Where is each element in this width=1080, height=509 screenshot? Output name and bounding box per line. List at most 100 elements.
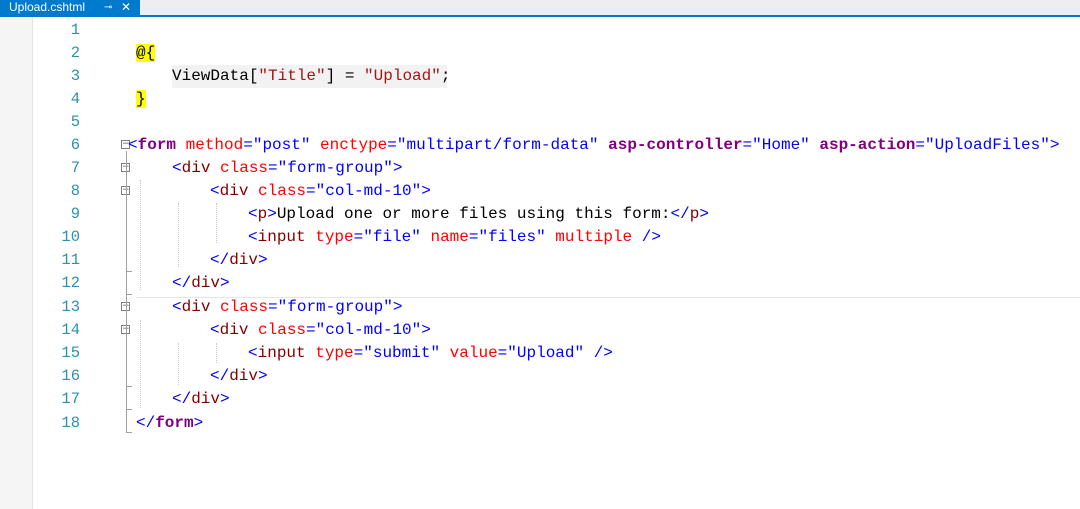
tag-bracket: <	[248, 344, 258, 362]
fold-end	[126, 271, 132, 272]
tag-name: p	[689, 205, 700, 223]
tag-bracket: >	[220, 274, 230, 292]
attr-name: class	[210, 159, 269, 177]
code-text: ViewData[	[172, 67, 259, 85]
code-string: "Title"	[258, 67, 326, 85]
code-line-13: <div class="form-group">	[172, 296, 402, 319]
attr-name: asp-action	[809, 136, 916, 154]
attr-value: "UploadFiles"	[925, 136, 1050, 154]
line-number: 4	[70, 90, 80, 108]
attr-value: "Upload"	[507, 344, 585, 362]
tag-bracket: </	[136, 414, 156, 432]
line-number: 1	[70, 21, 80, 39]
code-string: "Upload"	[364, 67, 441, 85]
attr-eq: =	[742, 136, 753, 154]
attr-name: class	[210, 298, 269, 316]
code-line-4: }	[136, 88, 146, 111]
indent-guide	[216, 203, 217, 243]
code-line-15: <input type="submit" value="Upload" />	[248, 342, 613, 365]
tag-bracket: <	[210, 321, 220, 339]
attr-value: "post"	[252, 136, 311, 154]
attr-name: type	[305, 228, 354, 246]
tag-bracket: >	[193, 414, 204, 432]
document-tab-strip: Upload.cshtml ⊸ ✕	[0, 0, 1080, 17]
line-number: 15	[61, 344, 80, 362]
code-line-10: <input type="file" name="files" multiple…	[248, 226, 661, 249]
attr-eq: =	[268, 159, 278, 177]
attr-eq: =	[306, 321, 316, 339]
tab-title: Upload.cshtml	[9, 0, 86, 14]
attr-name: name	[420, 228, 469, 246]
attr-eq: =	[497, 344, 508, 362]
tab-upload-cshtml[interactable]: Upload.cshtml ⊸ ✕	[0, 0, 140, 15]
tag-bracket: <	[172, 298, 182, 316]
attr-name: method	[176, 136, 244, 154]
close-icon[interactable]: ✕	[121, 0, 131, 15]
attr-name: multiple	[545, 228, 633, 246]
tag-name: form	[155, 414, 194, 432]
code-line-8: <div class="col-md-10">	[210, 180, 431, 203]
tag-bracket: >	[392, 298, 403, 316]
tag-name: form	[137, 136, 177, 154]
attr-eq: =	[268, 298, 278, 316]
attr-value: "Home"	[752, 136, 810, 154]
attr-name: value	[440, 344, 498, 362]
line-number: 17	[61, 390, 80, 408]
tag-bracket: </	[210, 251, 230, 269]
attr-value: "files"	[478, 228, 546, 246]
tag-bracket: >	[220, 390, 230, 408]
attr-name: asp-controller	[598, 136, 743, 154]
code-line-14: <div class="col-md-10">	[210, 319, 431, 342]
fold-end	[126, 432, 132, 433]
tag-bracket: >	[258, 251, 268, 269]
razor-close: }	[136, 90, 146, 108]
fold-end	[126, 386, 132, 387]
tag-bracket: />	[584, 344, 613, 362]
tag-name: div	[219, 182, 249, 200]
tag-name: div	[219, 321, 249, 339]
line-number: 13	[61, 298, 80, 316]
tag-name: p	[257, 205, 268, 223]
line-number: 12	[61, 274, 80, 292]
indent-guide	[178, 343, 179, 385]
tag-bracket: >	[421, 321, 431, 339]
line-number: 14	[61, 321, 80, 339]
editor-margin	[0, 17, 33, 509]
tag-bracket: </	[670, 205, 690, 223]
line-number: 11	[61, 251, 80, 269]
line-number: 2	[70, 44, 80, 62]
fold-end	[126, 294, 132, 295]
code-line-3: ViewData["Title"] = "Upload";	[172, 65, 450, 88]
attr-name: type	[305, 344, 354, 362]
code-line-17: </div>	[172, 388, 230, 411]
code-line-11: </div>	[210, 249, 268, 272]
code-line-9: <p>Upload one or more files using this f…	[248, 203, 709, 226]
tag-bracket: >	[267, 205, 277, 223]
tag-bracket: >	[258, 367, 268, 385]
line-number: 6	[70, 136, 80, 154]
indent-guide	[140, 320, 141, 408]
code-line-6: <form method="post" enctype="multipart/f…	[128, 134, 1059, 157]
attr-value: "multipart/form-data"	[396, 136, 599, 154]
pin-icon[interactable]: ⊸	[104, 0, 112, 15]
code-line-18: </form>	[136, 412, 203, 435]
tag-name: div	[181, 159, 211, 177]
indent-guide	[216, 343, 217, 363]
line-number: 16	[61, 367, 80, 385]
code-text: ;	[440, 67, 451, 85]
attr-value: "col-md-10"	[315, 321, 422, 339]
attr-eq: =	[243, 136, 253, 154]
tag-bracket: <	[248, 205, 258, 223]
tag-bracket: >	[421, 182, 431, 200]
line-number: 8	[70, 182, 80, 200]
attr-name: class	[248, 182, 307, 200]
tag-name: div	[181, 298, 211, 316]
razor-open: @{	[136, 44, 156, 62]
attr-eq: =	[387, 136, 397, 154]
line-number: 18	[61, 414, 80, 432]
line-number: 5	[70, 113, 80, 131]
line-number: 7	[70, 159, 80, 177]
tag-bracket: >	[699, 205, 709, 223]
tag-name: input	[257, 344, 306, 362]
tag-bracket: <	[248, 228, 258, 246]
